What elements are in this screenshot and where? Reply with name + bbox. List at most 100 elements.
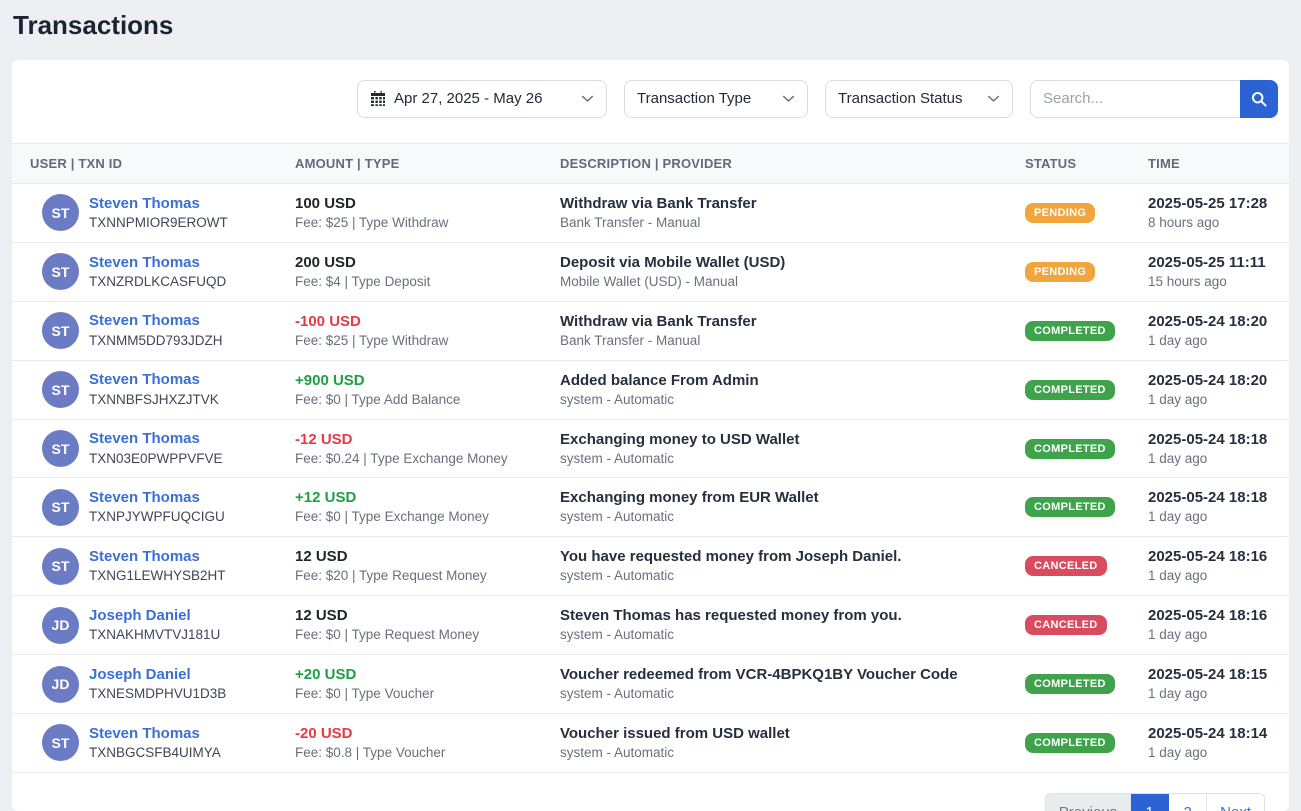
amount: -100 USD — [295, 311, 536, 332]
page-item-next[interactable]: Next — [1207, 794, 1264, 811]
table-row: JD Joseph Daniel TXNESMDPHVU1D3B +20 USD… — [12, 655, 1289, 714]
date-range-picker[interactable]: Apr 27, 2025 - May 26 — [357, 80, 607, 118]
fee-type: Fee: $0 | Type Exchange Money — [295, 508, 536, 527]
amount: -20 USD — [295, 723, 536, 744]
provider: system - Automatic — [560, 685, 1001, 704]
user-link[interactable]: Steven Thomas — [89, 253, 226, 273]
chevron-down-icon — [987, 92, 1000, 105]
user-link[interactable]: Steven Thomas — [89, 429, 223, 449]
provider: system - Automatic — [560, 744, 1001, 763]
search-group — [1030, 80, 1278, 118]
time-ago: 1 day ago — [1148, 685, 1277, 704]
amount: +12 USD — [295, 487, 536, 508]
time-ago: 1 day ago — [1148, 626, 1277, 645]
status-badge: COMPLETED — [1025, 497, 1115, 517]
fee-type: Fee: $20 | Type Request Money — [295, 567, 536, 586]
amount: -12 USD — [295, 429, 536, 450]
time-ago: 1 day ago — [1148, 332, 1277, 351]
txn-id: TXNBGCSFB4UIMYA — [89, 744, 221, 762]
avatar: ST — [42, 548, 79, 585]
fee-type: Fee: $0 | Type Add Balance — [295, 391, 536, 410]
description: Added balance From Admin — [560, 370, 1001, 391]
amount: 200 USD — [295, 252, 536, 273]
txn-id: TXNESMDPHVU1D3B — [89, 685, 226, 703]
fee-type: Fee: $0.8 | Type Voucher — [295, 744, 536, 763]
page-title: Transactions — [0, 0, 1301, 60]
txn-id: TXNG1LEWHYSB2HT — [89, 567, 226, 585]
page-item-1[interactable]: 1 — [1131, 794, 1169, 811]
table-footer: Previous 1 2 Next — [12, 773, 1289, 811]
user-link[interactable]: Steven Thomas — [89, 724, 221, 744]
user-link[interactable]: Steven Thomas — [89, 194, 228, 214]
table-row: JD Joseph Daniel TXNAKHMVTVJ181U 12 USD … — [12, 596, 1289, 655]
user-link[interactable]: Steven Thomas — [89, 370, 219, 390]
table-row: ST Steven Thomas TXNMM5DD793JDZH -100 US… — [12, 301, 1289, 360]
provider: Bank Transfer - Manual — [560, 332, 1001, 351]
status-badge: PENDING — [1025, 262, 1095, 282]
amount: +20 USD — [295, 664, 536, 685]
column-header-description-provider: DESCRIPTION | PROVIDER — [548, 144, 1013, 184]
provider: Mobile Wallet (USD) - Manual — [560, 273, 1001, 292]
provider: system - Automatic — [560, 508, 1001, 527]
avatar: JD — [42, 607, 79, 644]
txn-id: TXNNBFSJHXZJTVK — [89, 391, 219, 409]
calendar-icon — [370, 91, 386, 107]
description: Withdraw via Bank Transfer — [560, 311, 1001, 332]
user-link[interactable]: Steven Thomas — [89, 547, 226, 567]
table-row: ST Steven Thomas TXNPJYWPFUQCIGU +12 USD… — [12, 478, 1289, 537]
amount: +900 USD — [295, 370, 536, 391]
user-link[interactable]: Steven Thomas — [89, 488, 225, 508]
transaction-status-select[interactable]: Transaction Status — [825, 80, 1013, 118]
search-button[interactable] — [1240, 80, 1278, 118]
provider: Bank Transfer - Manual — [560, 214, 1001, 233]
provider: system - Automatic — [560, 450, 1001, 469]
datetime: 2025-05-24 18:16 — [1148, 605, 1277, 626]
page-item-previous[interactable]: Previous — [1046, 794, 1131, 811]
txn-id: TXNNPMIOR9EROWT — [89, 214, 228, 232]
table-row: ST Steven Thomas TXNNBFSJHXZJTVK +900 US… — [12, 360, 1289, 419]
column-header-status: STATUS — [1013, 144, 1136, 184]
user-link[interactable]: Steven Thomas — [89, 311, 223, 331]
txn-id: TXN03E0PWPPVFVE — [89, 450, 223, 468]
fee-type: Fee: $25 | Type Withdraw — [295, 214, 536, 233]
table-row: ST Steven Thomas TXNBGCSFB4UIMYA -20 USD… — [12, 714, 1289, 773]
transactions-tbody: ST Steven Thomas TXNNPMIOR9EROWT 100 USD… — [12, 184, 1289, 773]
datetime: 2025-05-24 18:15 — [1148, 664, 1277, 685]
fee-type: Fee: $4 | Type Deposit — [295, 273, 536, 292]
pagination: Previous 1 2 Next — [1045, 793, 1265, 811]
transaction-type-select[interactable]: Transaction Type — [624, 80, 808, 118]
avatar: ST — [42, 724, 79, 761]
status-badge: CANCELED — [1025, 615, 1107, 635]
status-badge: PENDING — [1025, 203, 1095, 223]
fee-type: Fee: $0 | Type Request Money — [295, 626, 536, 645]
amount: 12 USD — [295, 605, 536, 626]
table-row: ST Steven Thomas TXNZRDLKCASFUQD 200 USD… — [12, 242, 1289, 301]
txn-id: TXNZRDLKCASFUQD — [89, 273, 226, 291]
description: Voucher redeemed from VCR-4BPKQ1BY Vouch… — [560, 664, 1001, 685]
status-badge: COMPLETED — [1025, 380, 1115, 400]
description: You have requested money from Joseph Dan… — [560, 546, 1001, 567]
user-link[interactable]: Joseph Daniel — [89, 665, 226, 685]
time-ago: 1 day ago — [1148, 450, 1277, 469]
datetime: 2025-05-24 18:20 — [1148, 311, 1277, 332]
description: Steven Thomas has requested money from y… — [560, 605, 1001, 626]
search-input[interactable] — [1030, 80, 1240, 118]
page-item-2[interactable]: 2 — [1169, 794, 1207, 811]
fee-type: Fee: $0 | Type Voucher — [295, 685, 536, 704]
transactions-table: USER | TXN ID AMOUNT | TYPE DESCRIPTION … — [12, 143, 1289, 773]
table-row: ST Steven Thomas TXNNPMIOR9EROWT 100 USD… — [12, 184, 1289, 243]
user-link[interactable]: Joseph Daniel — [89, 606, 220, 626]
status-badge: COMPLETED — [1025, 733, 1115, 753]
avatar: ST — [42, 312, 79, 349]
chevron-down-icon — [782, 92, 795, 105]
time-ago: 1 day ago — [1148, 567, 1277, 586]
time-ago: 1 day ago — [1148, 744, 1277, 763]
column-header-amount-type: AMOUNT | TYPE — [283, 144, 548, 184]
avatar: ST — [42, 194, 79, 231]
date-range-value: Apr 27, 2025 - May 26 — [394, 90, 561, 107]
datetime: 2025-05-25 17:28 — [1148, 193, 1277, 214]
amount: 100 USD — [295, 193, 536, 214]
description: Exchanging money from EUR Wallet — [560, 487, 1001, 508]
description: Exchanging money to USD Wallet — [560, 429, 1001, 450]
avatar: ST — [42, 253, 79, 290]
